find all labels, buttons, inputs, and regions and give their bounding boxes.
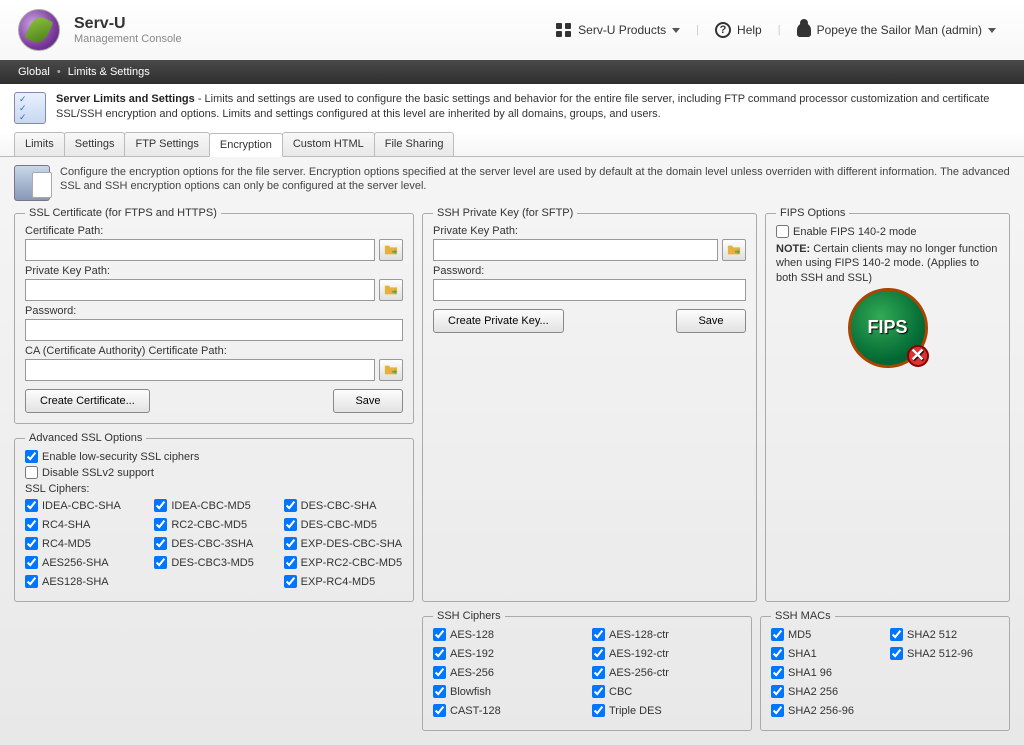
ssl-certificate-group: SSL Certificate (for FTPS and HTTPS) Cer… [14, 207, 414, 424]
section-description: Server Limits and Settings - Limits and … [56, 92, 1010, 122]
advanced-ssl-group: Advanced SSL Options Enable low-security… [14, 432, 414, 602]
caret-down-icon [672, 28, 680, 33]
encryption-icon [14, 165, 50, 201]
ssh-legend: SSH Private Key (for SFTP) [433, 207, 577, 219]
ssl-cipher-aes256-sha[interactable]: AES256-SHA [25, 556, 144, 569]
breadcrumb-level1[interactable]: Global [18, 66, 50, 78]
ssl-cipher-idea-cbc-md5[interactable]: IDEA-CBC-MD5 [154, 499, 273, 512]
products-label: Serv-U Products [578, 23, 666, 37]
ssh-macs-legend: SSH MACs [771, 610, 835, 622]
tab-ftp-settings[interactable]: FTP Settings [124, 132, 209, 156]
ssh-private-key-group: SSH Private Key (for SFTP) Private Key P… [422, 207, 757, 602]
tab-custom-html[interactable]: Custom HTML [282, 132, 375, 156]
ssh-ciphers-legend: SSH Ciphers [433, 610, 505, 622]
breadcrumb: Global • Limits & Settings [0, 60, 1024, 84]
ssh-cipher-aes-128[interactable]: AES-128 [433, 628, 582, 641]
ca-path-input[interactable] [25, 359, 375, 381]
ssh-mac-sha1-96[interactable]: SHA1 96 [771, 666, 880, 679]
ssl-cipher-des-cbc-md5[interactable]: DES-CBC-MD5 [284, 518, 403, 531]
tab-bar: LimitsSettingsFTP SettingsEncryptionCust… [0, 132, 1024, 157]
help-link[interactable]: ? Help [705, 18, 772, 42]
products-menu[interactable]: Serv-U Products [546, 19, 690, 41]
ssl-cipher-rc4-md5[interactable]: RC4-MD5 [25, 537, 144, 550]
ssl-cipher-rc4-sha[interactable]: RC4-SHA [25, 518, 144, 531]
ssh-mac-sha2-512[interactable]: SHA2 512 [890, 628, 999, 641]
ssh-cipher-cast-128[interactable]: CAST-128 [433, 704, 582, 717]
ssh-mac-sha2-256-96[interactable]: SHA2 256-96 [771, 704, 880, 717]
fips-note: NOTE: Certain clients may no longer func… [776, 242, 999, 285]
app-subtitle: Management Console [74, 33, 182, 45]
encryption-intro: Configure the encryption options for the… [60, 165, 1010, 194]
ssl-cipher-rc2-cbc-md5[interactable]: RC2-CBC-MD5 [154, 518, 273, 531]
user-label: Popeye the Sailor Man (admin) [817, 23, 982, 37]
ssh-pkey-input[interactable] [433, 239, 718, 261]
ca-path-label: CA (Certificate Authority) Certificate P… [25, 345, 403, 357]
breadcrumb-level2[interactable]: Limits & Settings [68, 66, 150, 78]
tab-encryption[interactable]: Encryption [209, 133, 283, 157]
ssl-cipher-idea-cbc-sha[interactable]: IDEA-CBC-SHA [25, 499, 144, 512]
low-security-ciphers-checkbox[interactable]: Enable low-security SSL ciphers [25, 450, 403, 463]
cert-path-label: Certificate Path: [25, 225, 403, 237]
ssl-legend: SSL Certificate (for FTPS and HTTPS) [25, 207, 221, 219]
ssl-cipher-exp-des-cbc-sha[interactable]: EXP-DES-CBC-SHA [284, 537, 403, 550]
caret-down-icon [988, 28, 996, 33]
grid-icon [556, 23, 572, 37]
ca-browse-button[interactable] [379, 359, 403, 381]
create-private-key-button[interactable]: Create Private Key... [433, 309, 564, 333]
ssh-macs-group: SSH MACs MD5 SHA2 512 SHA1 SHA2 512-96 SHA1 … [760, 610, 1010, 731]
ssh-mac-sha2-512-96[interactable]: SHA2 512-96 [890, 647, 999, 660]
ssl-pkey-input[interactable] [25, 279, 375, 301]
disable-sslv2-checkbox[interactable]: Disable SSLv2 support [25, 466, 403, 479]
ssh-cipher-aes-192-ctr[interactable]: AES-192-ctr [592, 647, 741, 660]
ssh-cipher-cbc[interactable]: CBC [592, 685, 741, 698]
ssh-ciphers-group: SSH Ciphers AES-128 AES-128-ctr AES-192 AES… [422, 610, 752, 731]
app-header: Serv-U Management Console Serv-U Product… [0, 0, 1024, 60]
ssl-cipher-exp-rc4-md5[interactable]: EXP-RC4-MD5 [284, 575, 403, 588]
ssl-pwd-label: Password: [25, 305, 403, 317]
ssh-pkey-label: Private Key Path: [433, 225, 746, 237]
cert-browse-button[interactable] [379, 239, 403, 261]
ssl-cipher-des-cbc3-md5[interactable]: DES-CBC3-MD5 [154, 556, 273, 569]
app-name: Serv-U [74, 15, 182, 33]
ssh-cipher-aes-192[interactable]: AES-192 [433, 647, 582, 660]
ssh-pkey-browse-button[interactable] [722, 239, 746, 261]
ssh-mac-md5[interactable]: MD5 [771, 628, 880, 641]
user-menu[interactable]: Popeye the Sailor Man (admin) [787, 19, 1006, 41]
create-certificate-button[interactable]: Create Certificate... [25, 389, 150, 413]
fips-legend: FIPS Options [776, 207, 849, 219]
enable-fips-checkbox[interactable]: Enable FIPS 140-2 mode [776, 225, 999, 238]
ssl-save-button[interactable]: Save [333, 389, 403, 413]
app-logo-icon [18, 9, 60, 51]
ssh-pwd-label: Password: [433, 265, 746, 277]
help-icon: ? [715, 22, 731, 38]
ssh-mac-sha2-256[interactable]: SHA2 256 [771, 685, 880, 698]
user-icon [797, 23, 811, 37]
ssh-pwd-input[interactable] [433, 279, 746, 301]
section-icon [14, 92, 46, 124]
ssh-cipher-triple-des[interactable]: Triple DES [592, 704, 741, 717]
ssl-pkey-browse-button[interactable] [379, 279, 403, 301]
ssl-cipher-des-cbc-sha[interactable]: DES-CBC-SHA [284, 499, 403, 512]
ssl-pkey-label: Private Key Path: [25, 265, 403, 277]
ssh-cipher-blowfish[interactable]: Blowfish [433, 685, 582, 698]
ssh-cipher-aes-256[interactable]: AES-256 [433, 666, 582, 679]
ssl-cipher-aes128-sha[interactable]: AES128-SHA [25, 575, 144, 588]
ssl-ciphers-label: SSL Ciphers: [25, 483, 403, 495]
cert-path-input[interactable] [25, 239, 375, 261]
fips-badge-icon: FIPS✕ [843, 293, 933, 363]
fips-options-group: FIPS Options Enable FIPS 140-2 mode NOTE… [765, 207, 1010, 602]
ssl-cipher-des-cbc-3sha[interactable]: DES-CBC-3SHA [154, 537, 273, 550]
ssh-save-button[interactable]: Save [676, 309, 746, 333]
help-label: Help [737, 23, 762, 37]
ssl-pwd-input[interactable] [25, 319, 403, 341]
ssh-cipher-aes-128-ctr[interactable]: AES-128-ctr [592, 628, 741, 641]
tab-file-sharing[interactable]: File Sharing [374, 132, 455, 156]
ssl-cipher-exp-rc2-cbc-md5[interactable]: EXP-RC2-CBC-MD5 [284, 556, 403, 569]
ssh-mac-sha1[interactable]: SHA1 [771, 647, 880, 660]
ssh-cipher-aes-256-ctr[interactable]: AES-256-ctr [592, 666, 741, 679]
tab-settings[interactable]: Settings [64, 132, 126, 156]
tab-limits[interactable]: Limits [14, 132, 65, 156]
adv-ssl-legend: Advanced SSL Options [25, 432, 146, 444]
